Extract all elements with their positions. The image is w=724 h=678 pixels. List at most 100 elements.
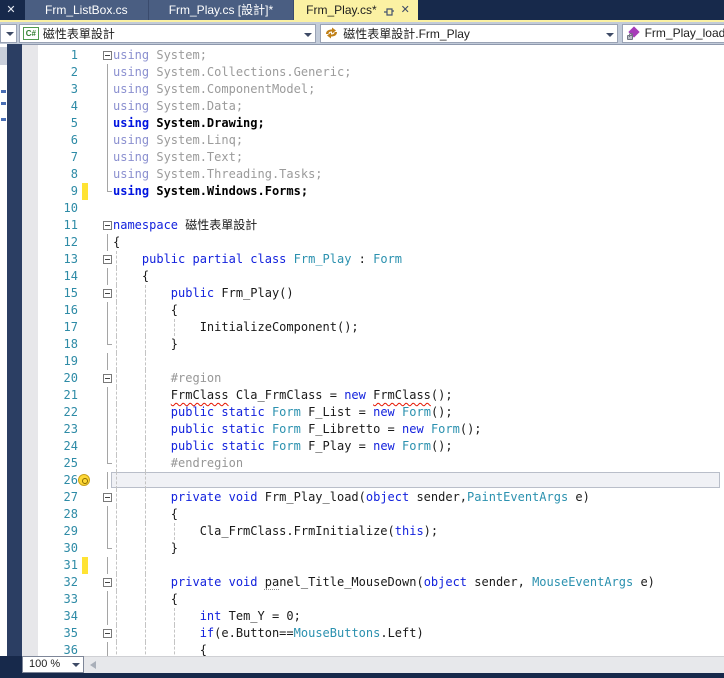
code-text: Cla_FrmClass.FrmInitialize(this); bbox=[113, 523, 438, 540]
code-token: namespace bbox=[113, 218, 179, 232]
line-number[interactable]: 4 bbox=[42, 98, 78, 115]
code-token: sender, bbox=[467, 575, 533, 589]
line-number[interactable]: 23 bbox=[42, 421, 78, 438]
code-line: 26 bbox=[22, 472, 724, 489]
fold-toggle-icon[interactable] bbox=[103, 629, 112, 638]
line-number[interactable]: 19 bbox=[42, 353, 78, 370]
line-number[interactable]: 9 bbox=[42, 183, 78, 200]
fold-toggle-icon[interactable] bbox=[103, 289, 112, 298]
left-panel-close-icon[interactable]: ✕ bbox=[4, 3, 18, 17]
line-number[interactable]: 17 bbox=[42, 319, 78, 336]
code-editor[interactable]: 1 using System; 2 using System.Collections.… bbox=[22, 45, 724, 656]
code-line: 29 Cla_FrmClass.FrmInitialize(this); bbox=[22, 523, 724, 540]
tab-frm-play-code[interactable]: Frm_Play.cs* ✕ bbox=[294, 0, 418, 20]
code-line: 4 using System.Data; bbox=[22, 98, 724, 115]
line-number[interactable]: 16 bbox=[42, 302, 78, 319]
line-number[interactable]: 1 bbox=[42, 47, 78, 64]
left-panel-fragment bbox=[1, 118, 6, 121]
scroll-left-icon[interactable] bbox=[90, 661, 96, 669]
fold-toggle-icon[interactable] bbox=[103, 51, 112, 60]
line-number[interactable]: 8 bbox=[42, 166, 78, 183]
line-number[interactable]: 13 bbox=[42, 251, 78, 268]
fold-toggle-icon[interactable] bbox=[103, 493, 112, 502]
code-text: using System.Collections.Generic; bbox=[113, 64, 351, 81]
line-number[interactable]: 14 bbox=[42, 268, 78, 285]
code-line: 27 private void Frm_Play_load(object sen… bbox=[22, 489, 724, 506]
zoom-level: 100 % bbox=[29, 658, 61, 670]
chevron-down-icon bbox=[304, 32, 313, 37]
line-number[interactable]: 28 bbox=[42, 506, 78, 523]
fold-guide-line bbox=[107, 404, 108, 421]
pin-icon[interactable] bbox=[383, 4, 395, 16]
fold-toggle-icon[interactable] bbox=[103, 221, 112, 230]
code-token: (); bbox=[430, 388, 453, 402]
line-number[interactable]: 2 bbox=[42, 64, 78, 81]
fold-toggle-icon[interactable] bbox=[103, 374, 112, 383]
close-icon[interactable]: ✕ bbox=[401, 4, 410, 16]
line-number[interactable]: 3 bbox=[42, 81, 78, 98]
tab-frm-listbox[interactable]: Frm_ListBox.cs bbox=[25, 0, 149, 20]
line-number[interactable]: 36 bbox=[42, 642, 78, 656]
chevron-down-icon bbox=[5, 31, 14, 36]
left-panel-dropdown-stub[interactable] bbox=[0, 23, 17, 43]
line-number[interactable]: 35 bbox=[42, 625, 78, 642]
type-dropdown-label: 磁性表單設計.Frm_Play bbox=[343, 26, 470, 41]
fold-guide-line bbox=[107, 608, 108, 625]
lock-icon bbox=[626, 33, 633, 40]
editor-bottom-bar: 100 % bbox=[22, 656, 724, 673]
fold-guide-line bbox=[107, 302, 108, 319]
fold-guide-line bbox=[107, 64, 108, 81]
line-number[interactable]: 33 bbox=[42, 591, 78, 608]
line-number[interactable]: 18 bbox=[42, 336, 78, 353]
line-number[interactable]: 6 bbox=[42, 132, 78, 149]
line-number[interactable]: 20 bbox=[42, 370, 78, 387]
line-number[interactable]: 12 bbox=[42, 234, 78, 251]
code-token: { bbox=[113, 643, 207, 656]
line-number[interactable]: 32 bbox=[42, 574, 78, 591]
project-dropdown[interactable]: C# 磁性表單設計 bbox=[18, 23, 317, 43]
left-panel-edge bbox=[0, 44, 22, 656]
line-number[interactable]: 10 bbox=[42, 200, 78, 217]
line-number[interactable]: 21 bbox=[42, 387, 78, 404]
line-number[interactable]: 31 bbox=[42, 557, 78, 574]
code-token: e) bbox=[633, 575, 655, 589]
fold-toggle-icon[interactable] bbox=[103, 255, 112, 264]
code-token: MouseEventArgs bbox=[532, 575, 634, 589]
code-token: new bbox=[373, 439, 395, 453]
line-number[interactable]: 29 bbox=[42, 523, 78, 540]
line-number[interactable]: 24 bbox=[42, 438, 78, 455]
line-number[interactable]: 30 bbox=[42, 540, 78, 557]
line-number[interactable]: 7 bbox=[42, 149, 78, 166]
type-dropdown[interactable]: 磁性表單設計.Frm_Play bbox=[320, 23, 618, 43]
line-number[interactable]: 22 bbox=[42, 404, 78, 421]
line-number[interactable]: 25 bbox=[42, 455, 78, 472]
code-text: { bbox=[113, 591, 178, 608]
tab-frm-play-design[interactable]: Frm_Play.cs [設計]* bbox=[148, 0, 295, 20]
fold-guide-line bbox=[107, 81, 108, 98]
code-line: 7 using System.Text; bbox=[22, 149, 724, 166]
indent-guide bbox=[144, 557, 146, 574]
code-text: { bbox=[113, 234, 120, 251]
quick-actions-lightbulb-icon[interactable] bbox=[78, 474, 90, 486]
line-number[interactable]: 27 bbox=[42, 489, 78, 506]
panel-splitter[interactable] bbox=[7, 44, 22, 656]
zoom-select[interactable]: 100 % bbox=[22, 656, 84, 673]
line-number[interactable]: 26 bbox=[42, 472, 78, 489]
indent-guide bbox=[144, 353, 146, 370]
code-token: using bbox=[113, 99, 150, 113]
fold-toggle-icon[interactable] bbox=[103, 578, 112, 587]
horizontal-scrollbar[interactable] bbox=[84, 656, 724, 673]
left-panel-fragment bbox=[1, 102, 6, 105]
line-number[interactable]: 5 bbox=[42, 115, 78, 132]
line-number[interactable]: 34 bbox=[42, 608, 78, 625]
line-number[interactable]: 11 bbox=[42, 217, 78, 234]
chevron-down-icon bbox=[605, 32, 614, 37]
line-number[interactable]: 15 bbox=[42, 285, 78, 302]
member-dropdown[interactable]: Frm_Play_load bbox=[621, 23, 724, 43]
